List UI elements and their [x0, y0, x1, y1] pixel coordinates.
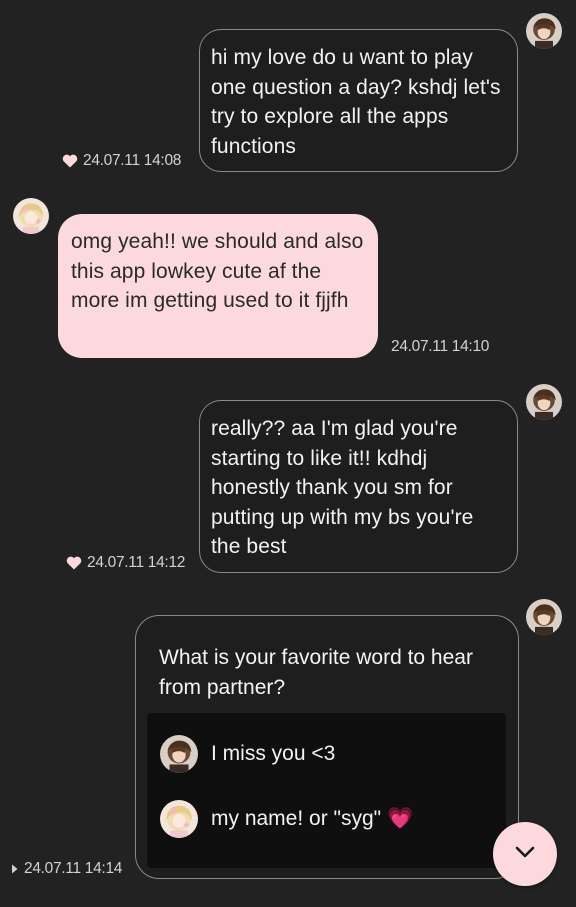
message-meta: 24.07.11 14:14: [11, 860, 122, 878]
message-meta: 24.07.11 14:12: [66, 554, 185, 572]
answer-row-partner: my name! or "syg" 💗: [160, 800, 413, 838]
answer-text: I miss you <3: [211, 742, 336, 765]
my-avatar[interactable]: [526, 384, 562, 420]
message-timestamp: 24.07.11 14:10: [391, 338, 490, 355]
answer-text: my name! or "syg" 💗: [211, 807, 414, 830]
message-timestamp: 24.07.11 14:14: [24, 860, 123, 877]
heart-reaction-icon[interactable]: [66, 556, 82, 570]
message-timestamp: 24.07.11 14:08: [83, 152, 182, 169]
message-text: hi my love do u want to play one questio…: [211, 46, 501, 158]
scroll-down-button[interactable]: [493, 822, 557, 886]
message-bubble-outgoing[interactable]: really?? aa I'm glad you're starting to …: [199, 400, 518, 573]
chat-screen: hi my love do u want to play one questio…: [0, 0, 576, 907]
partner-avatar[interactable]: [13, 198, 49, 234]
my-avatar: [160, 735, 198, 773]
sent-arrow-icon: [11, 864, 18, 874]
chevron-down-icon: [514, 845, 536, 864]
answer-row-me: I miss you <3: [160, 735, 335, 773]
message-meta: 24.07.11 14:10: [391, 338, 489, 356]
partner-avatar: [160, 800, 198, 838]
my-avatar[interactable]: [526, 13, 562, 49]
heart-reaction-icon[interactable]: [62, 154, 78, 168]
message-timestamp: 24.07.11 14:12: [87, 554, 186, 571]
message-meta: 24.07.11 14:08: [62, 152, 181, 170]
message-bubble-incoming[interactable]: omg yeah!! we should and also this app l…: [58, 214, 378, 358]
message-bubble-outgoing[interactable]: hi my love do u want to play one questio…: [199, 29, 518, 172]
answers-panel: I miss you <3 my name! or "syg" 💗: [147, 713, 506, 868]
daily-question-card[interactable]: What is your favorite word to hear from …: [135, 615, 519, 879]
message-text: omg yeah!! we should and also this app l…: [71, 230, 364, 312]
question-text: What is your favorite word to hear from …: [159, 646, 473, 699]
message-text: really?? aa I'm glad you're starting to …: [211, 417, 474, 558]
my-avatar[interactable]: [526, 599, 562, 635]
